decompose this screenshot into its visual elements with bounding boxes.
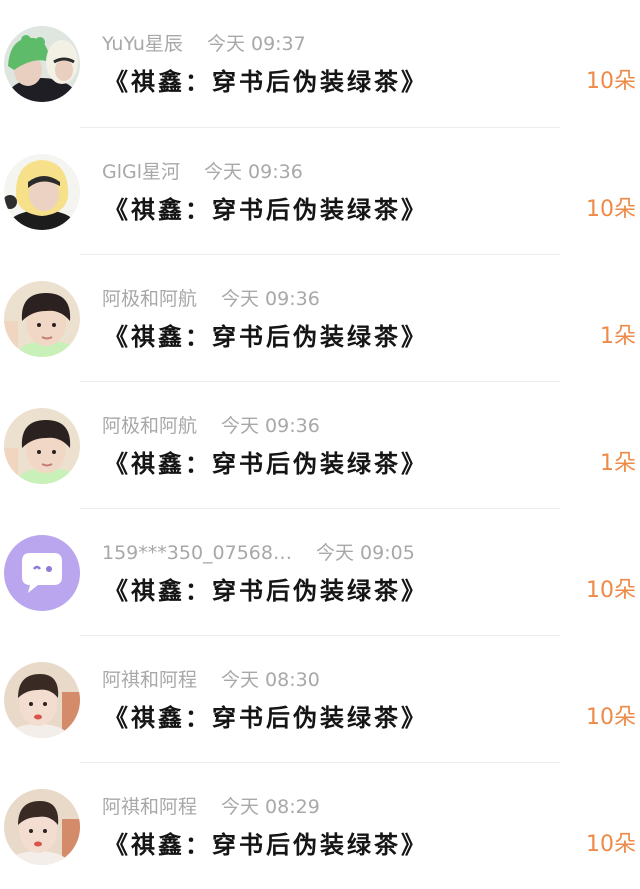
flower-count: 10朵 [586, 69, 636, 94]
timestamp: 今天 09:36 [221, 288, 320, 310]
sender-name[interactable]: 159***350_07568… [102, 542, 292, 564]
flower-count: 10朵 [586, 705, 636, 730]
meta-line: 阿祺和阿程 今天 08:29 [102, 793, 320, 821]
list-item[interactable]: GlGl星河 今天 09:36 《祺鑫：穿书后伪装绿茶》 10朵 [0, 127, 640, 254]
divider [80, 127, 560, 128]
list-item[interactable]: 阿极和阿航 今天 09:36 《祺鑫：穿书后伪装绿茶》 1朵 [0, 381, 640, 508]
yellow-hat-avatar-icon [4, 154, 80, 230]
meta-line: 阿极和阿航 今天 09:36 [102, 412, 320, 440]
meta-line: 阿祺和阿程 今天 08:30 [102, 666, 320, 694]
avatar[interactable] [4, 662, 80, 738]
divider [80, 254, 560, 255]
flower-count: 10朵 [586, 832, 636, 857]
book-title[interactable]: 《祺鑫：穿书后伪装绿茶》 [104, 64, 428, 100]
green-hat-avatar-icon [4, 26, 80, 102]
avatar[interactable] [4, 26, 80, 102]
gift-list: YuYu星辰 今天 09:37 《祺鑫：穿书后伪装绿茶》 10朵 GlGl星河 今天… [0, 0, 640, 875]
book-title[interactable]: 《祺鑫：穿书后伪装绿茶》 [104, 573, 428, 609]
avatar[interactable] [4, 789, 80, 865]
avatar[interactable] [4, 408, 80, 484]
list-item[interactable]: 159***350_07568… 今天 09:05 《祺鑫：穿书后伪装绿茶》 10… [0, 508, 640, 635]
sender-name[interactable]: 阿极和阿航 [102, 415, 197, 437]
list-item[interactable]: 阿祺和阿程 今天 08:29 《祺鑫：穿书后伪装绿茶》 10朵 [0, 762, 640, 889]
sender-name[interactable]: 阿祺和阿程 [102, 669, 197, 691]
sender-name[interactable]: GlGl星河 [102, 161, 180, 183]
flower-count: 1朵 [600, 324, 636, 349]
book-title[interactable]: 《祺鑫：穿书后伪装绿茶》 [104, 319, 428, 355]
timestamp: 今天 09:37 [206, 33, 306, 55]
book-title[interactable]: 《祺鑫：穿书后伪装绿茶》 [104, 700, 428, 736]
flower-count: 10朵 [586, 197, 636, 222]
chat-bubble-default-avatar-icon [4, 535, 80, 611]
list-item[interactable]: 阿极和阿航 今天 09:36 《祺鑫：穿书后伪装绿茶》 1朵 [0, 254, 640, 381]
book-title[interactable]: 《祺鑫：穿书后伪装绿茶》 [104, 446, 428, 482]
sender-name[interactable]: 阿极和阿航 [102, 288, 197, 310]
boy-portrait-avatar-icon [4, 281, 80, 357]
boy-pale-avatar-icon [4, 662, 80, 738]
meta-line: 阿极和阿航 今天 09:36 [102, 285, 320, 313]
timestamp: 今天 08:30 [221, 669, 320, 691]
book-title[interactable]: 《祺鑫：穿书后伪装绿茶》 [104, 192, 428, 228]
avatar[interactable] [4, 535, 80, 611]
avatar[interactable] [4, 154, 80, 230]
avatar[interactable] [4, 281, 80, 357]
divider [80, 635, 560, 636]
divider [80, 381, 560, 382]
timestamp: 今天 08:29 [221, 796, 320, 818]
meta-line: YuYu星辰 今天 09:37 [102, 30, 306, 58]
flower-count: 1朵 [600, 451, 636, 476]
list-item[interactable]: YuYu星辰 今天 09:37 《祺鑫：穿书后伪装绿茶》 10朵 [0, 0, 640, 127]
timestamp: 今天 09:05 [315, 542, 415, 564]
divider [80, 508, 560, 509]
meta-line: 159***350_07568… 今天 09:05 [102, 539, 415, 567]
boy-portrait-avatar-icon [4, 408, 80, 484]
book-title[interactable]: 《祺鑫：穿书后伪装绿茶》 [104, 827, 428, 863]
timestamp: 今天 09:36 [221, 415, 320, 437]
sender-name[interactable]: YuYu星辰 [102, 33, 183, 55]
timestamp: 今天 09:36 [204, 161, 303, 183]
divider [80, 762, 560, 763]
flower-count: 10朵 [586, 578, 636, 603]
boy-pale-avatar-icon [4, 789, 80, 865]
sender-name[interactable]: 阿祺和阿程 [102, 796, 197, 818]
meta-line: GlGl星河 今天 09:36 [102, 158, 303, 186]
list-item[interactable]: 阿祺和阿程 今天 08:30 《祺鑫：穿书后伪装绿茶》 10朵 [0, 635, 640, 762]
